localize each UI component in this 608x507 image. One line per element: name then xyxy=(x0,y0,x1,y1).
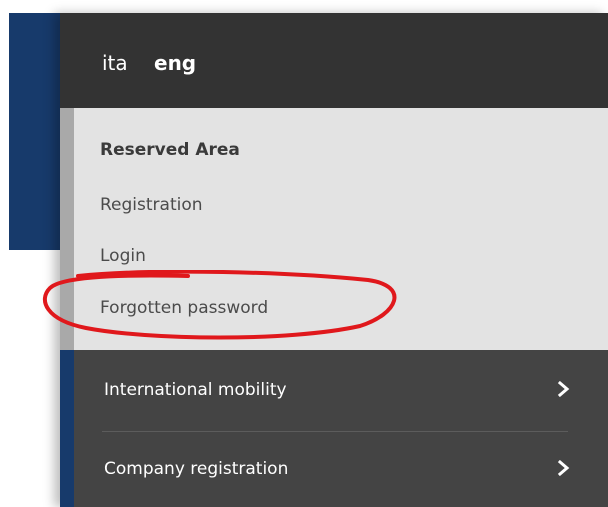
language-link-eng[interactable]: eng xyxy=(154,51,196,75)
registration-link[interactable]: Registration xyxy=(100,195,203,215)
language-link-ita[interactable]: ita xyxy=(102,51,128,75)
chevron-right-icon xyxy=(557,381,570,397)
forgotten-password-link[interactable]: Forgotten password xyxy=(100,298,268,318)
menu-stripe xyxy=(60,350,74,507)
login-link[interactable]: Login xyxy=(100,246,146,266)
menu-item-company-registration[interactable]: Company registration xyxy=(74,431,608,507)
reserved-area-stripe xyxy=(60,108,74,350)
main-menu: International mobility Company registrat… xyxy=(60,350,608,507)
side-menu-panel: ita eng Reserved Area Registration Login… xyxy=(60,13,608,507)
language-bar: ita eng xyxy=(60,13,608,108)
chevron-right-icon xyxy=(557,460,570,476)
menu-item-label: International mobility xyxy=(104,380,287,400)
screenshot-stage: ita eng Reserved Area Registration Login… xyxy=(0,0,608,507)
menu-item-label: Company registration xyxy=(104,459,289,479)
menu-item-international-mobility[interactable]: International mobility xyxy=(74,350,608,426)
reserved-area-section: Reserved Area Registration Login Forgott… xyxy=(60,108,608,350)
reserved-area-title: Reserved Area xyxy=(100,140,240,160)
background-navy-block xyxy=(9,13,64,250)
